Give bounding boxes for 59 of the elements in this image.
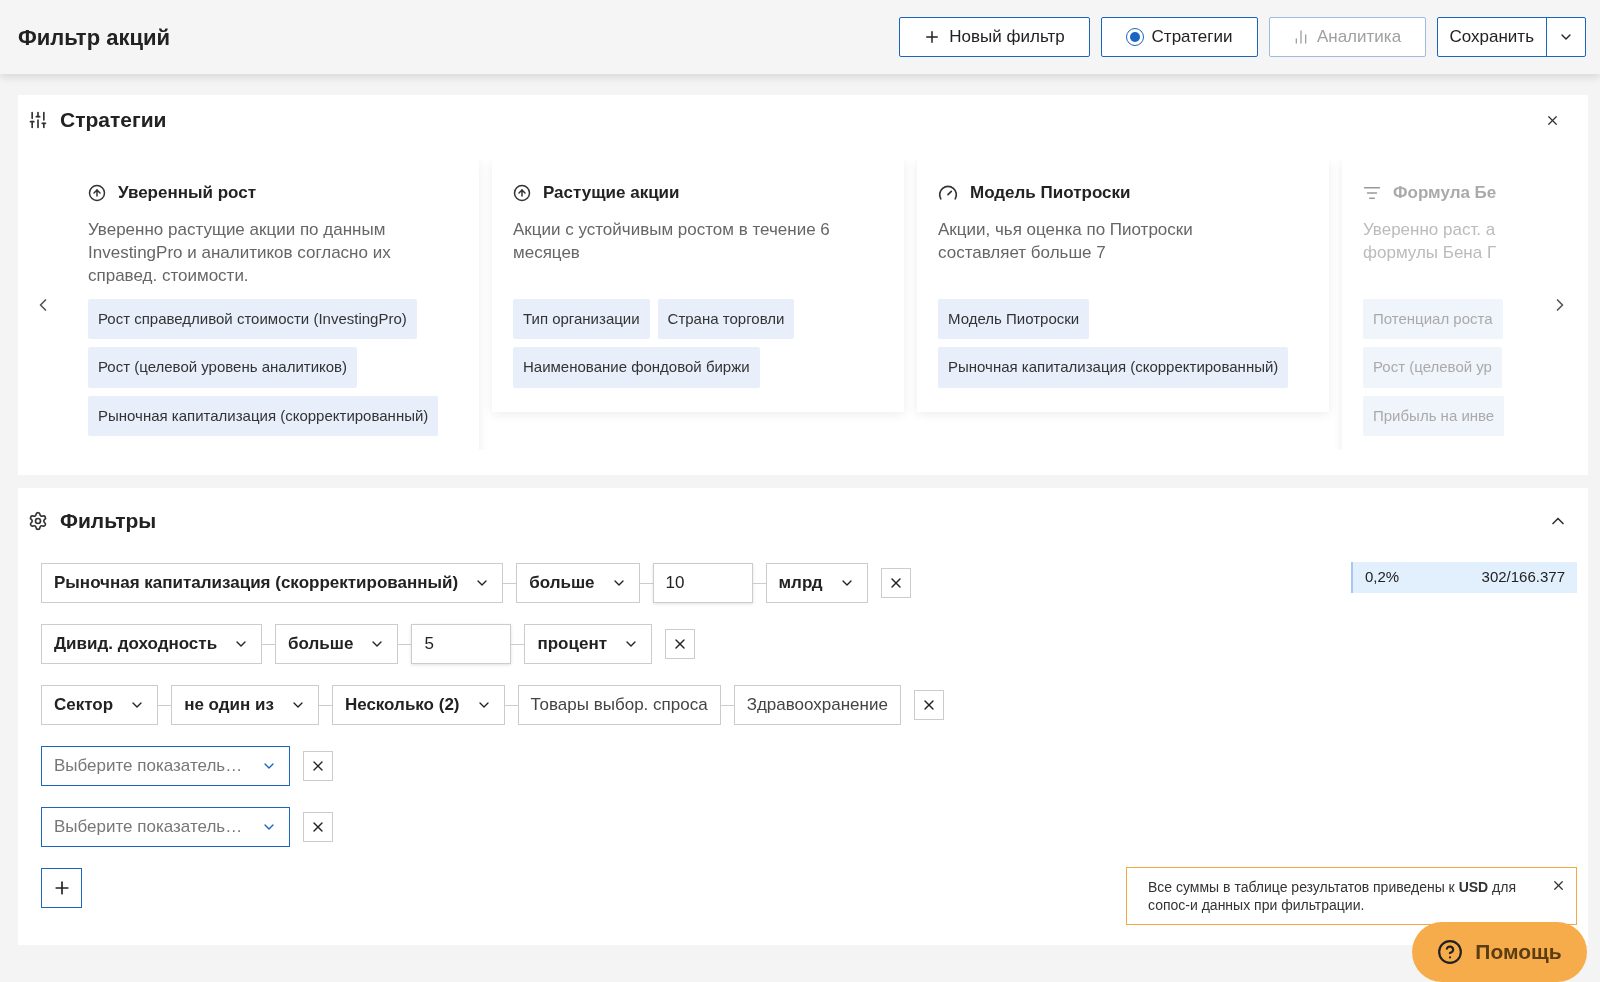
selected-value: Здравоохранение: [733, 685, 901, 725]
new-filter-button[interactable]: Новый фильтр: [898, 17, 1090, 57]
card-description: Уверенно растущие акции по данным InvestingPro и аналитиков согласно их справед. стоимости.: [88, 218, 392, 287]
strategy-tag: Модель Пиотроски: [938, 298, 1090, 339]
result-count: 302/166.377: [1481, 567, 1565, 588]
remove-button[interactable]: [665, 629, 695, 659]
add-filter-button[interactable]: [41, 868, 82, 908]
filter-select[interactable]: Рыночная капитализация (скорректированный): [41, 563, 504, 603]
strategy-tag: Рост справедливой стоимости (InvestingPro): [88, 298, 417, 339]
strategy-card[interactable]: Растущие акции Акции с устойчивым ростом в течение 6 месяцев Тип организации Страна торговли Наименование фондовой биржи: [492, 160, 904, 412]
strategy-tag: Потенциал роста: [1363, 298, 1503, 339]
filter-select[interactable]: млрд: [765, 563, 868, 603]
card-description: Уверенно раст. а формулы Бена Г: [1363, 218, 1498, 264]
page-title: Фильтр акций: [18, 23, 170, 52]
arrow-up-circle-icon: [88, 183, 106, 202]
arrow-up-circle-icon: [513, 183, 531, 202]
help-icon: [1437, 939, 1464, 965]
strategy-tag: Рост (целевой уровень аналитиков): [88, 347, 358, 388]
strategy-tag: Наименование фондовой биржи: [513, 347, 760, 388]
filter-select[interactable]: не один из: [171, 685, 319, 725]
remove-button[interactable]: [880, 568, 911, 598]
card-title: Растущие акции: [543, 182, 680, 204]
result-percent: 0,2%: [1365, 567, 1400, 588]
strategy-tag: Тип организации: [513, 298, 650, 339]
save-label[interactable]: Сохранить: [1437, 18, 1547, 56]
strategy-tag: Рыночная капитализация (скорректированный): [938, 347, 1289, 388]
section-title: Стратегии: [60, 107, 167, 134]
strategies-toggle[interactable]: Стратегии: [1100, 17, 1258, 57]
strategy-tag: Рост (целевой ур: [1363, 347, 1502, 388]
close-icon[interactable]: [1551, 878, 1566, 893]
strategy-tag: Рыночная капитализация (скорректированный): [88, 395, 439, 436]
filter-select[interactable]: больше: [516, 563, 640, 603]
card-title: Уверенный рост: [118, 182, 256, 204]
value-field[interactable]: 10: [652, 563, 753, 603]
remove-button[interactable]: [303, 812, 333, 842]
filter-select[interactable]: процент: [524, 624, 652, 664]
strategy-card[interactable]: Модель Пиотроски Акции, чья оценка по Пиотроски составляет больше 7 Модель Пиотроски Рыночная капитализация (скорректированный): [917, 160, 1329, 412]
gear-icon: [28, 511, 48, 531]
remove-button[interactable]: [303, 751, 333, 781]
metric-select[interactable]: Выберите показатель…: [41, 746, 290, 786]
filter-select[interactable]: Дивид. доходность: [41, 624, 263, 664]
filter-select[interactable]: Сектор: [41, 685, 159, 725]
selected-value: Товары выбор. спроса: [517, 685, 721, 725]
sliders-icon: [28, 110, 48, 130]
card-title: Модель Пиотроски: [970, 182, 1131, 204]
filter-select[interactable]: Несколько (2): [331, 685, 505, 725]
card-description: Акции, чья оценка по Пиотроски составляет больше 7: [938, 218, 1194, 264]
notice-text: Все суммы в таблице результатов приведены к USD для сопос-и данных при фильтрации.: [1148, 878, 1517, 914]
card-title: Формула Бе: [1393, 182, 1497, 204]
strategy-tag: Страна торговли: [657, 298, 795, 339]
help-button[interactable]: Помощь: [1412, 922, 1587, 982]
section-title: Фильтры: [60, 508, 157, 535]
card-description: Акции с устойчивым ростом в течение 6 месяцев: [513, 218, 831, 264]
remove-button[interactable]: [913, 690, 944, 720]
metric-select[interactable]: Выберите показатель…: [41, 807, 290, 847]
filter-select[interactable]: больше: [275, 624, 399, 664]
save-split-button[interactable]: Сохранить: [1436, 17, 1586, 57]
value-field[interactable]: 5: [411, 624, 512, 664]
strategy-tag: Прибыль на инве: [1363, 395, 1505, 436]
